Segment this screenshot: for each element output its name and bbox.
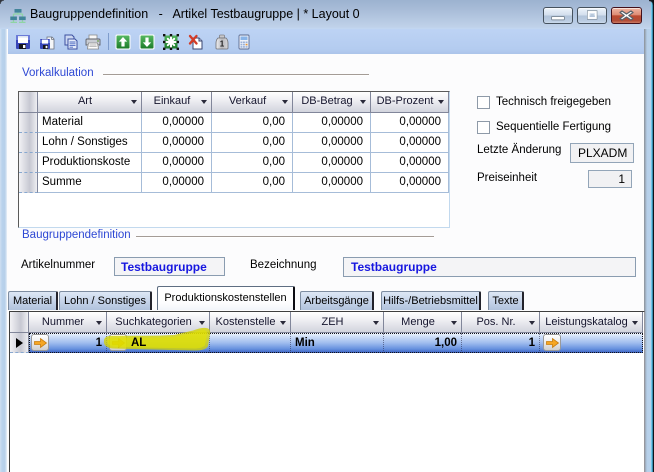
svg-text:1: 1 xyxy=(220,40,225,49)
